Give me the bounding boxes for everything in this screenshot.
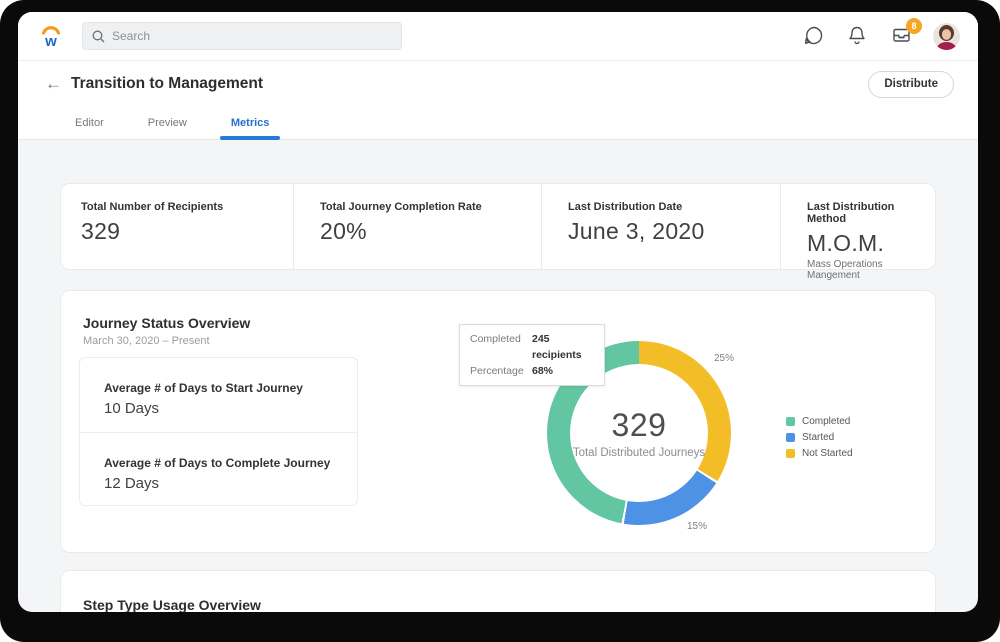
tooltip-row: Percentage 68%: [470, 365, 554, 377]
chart-tooltip: Completed 245 recipients Percentage 68%: [459, 324, 605, 386]
app-window: w 8: [18, 12, 978, 612]
metric-completion-rate: Total Journey Completion Rate 20%: [293, 184, 541, 269]
metric-caption: Mass Operations Mangement: [807, 259, 883, 281]
content-area: Total Number of Recipients 329 Total Jou…: [18, 183, 978, 612]
legend-swatch-not-started: [786, 449, 795, 458]
donut-pct-started: 15%: [687, 521, 708, 532]
summary-metrics-card: Total Number of Recipients 329 Total Jou…: [60, 183, 936, 281]
legend-item-started: Started: [786, 432, 853, 443]
device-frame: w 8: [0, 0, 1000, 642]
avg-days-complete-row: Average # of Days to Complete Journey 12…: [80, 432, 357, 506]
notifications-bell-icon[interactable]: [847, 25, 869, 47]
step-type-usage-title: Step Type Usage Overview: [83, 597, 261, 612]
metric-value: June 3, 2020: [568, 218, 705, 244]
tab-bar: Editor Preview Metrics: [18, 107, 978, 140]
legend-item-completed: Completed: [786, 416, 853, 427]
search-input[interactable]: [112, 29, 392, 43]
metric-last-distribution-method: Last Distribution Method M.O.M. Mass Ope…: [780, 184, 935, 281]
search-bar[interactable]: [82, 22, 402, 50]
active-tab-underline: [220, 136, 281, 140]
donut-pct-not-started: 25%: [714, 353, 735, 364]
metric-value: 329: [81, 218, 121, 244]
metric-total-recipients: Total Number of Recipients 329: [61, 184, 293, 269]
page-header: ← Transition to Management Distribute: [18, 60, 978, 107]
page-title: Transition to Management: [71, 75, 264, 92]
legend-item-not-started: Not Started: [786, 448, 853, 459]
legend-swatch-completed: [786, 417, 795, 426]
average-days-panel: Average # of Days to Start Journey 10 Da…: [79, 357, 358, 506]
back-arrow-icon[interactable]: ←: [45, 74, 65, 94]
tab-editor[interactable]: Editor: [75, 107, 104, 139]
donut-center-value: 329: [611, 407, 667, 443]
user-avatar[interactable]: [933, 22, 960, 50]
tab-metrics[interactable]: Metrics: [220, 107, 281, 140]
metric-label: Last Distribution Method: [807, 201, 895, 225]
workday-logo-icon[interactable]: w: [38, 22, 64, 50]
inbox-badge: 8: [906, 18, 922, 34]
svg-text:w: w: [44, 33, 57, 50]
metric-label: Total Journey Completion Rate: [320, 201, 482, 213]
tab-preview[interactable]: Preview: [148, 107, 187, 139]
metric-label: Last Distribution Date: [568, 201, 683, 213]
chat-icon[interactable]: [803, 25, 825, 47]
search-icon: [92, 30, 105, 43]
chart-legend: Completed Started Not Started: [786, 416, 853, 464]
journey-status-card: Journey Status Overview March 30, 2020 –…: [60, 290, 936, 553]
donut-center-label: Total Distributed Journeys: [572, 447, 706, 459]
inbox-icon[interactable]: 8: [891, 18, 922, 47]
metric-value: M.O.M.: [807, 230, 885, 256]
legend-swatch-started: [786, 433, 795, 442]
metric-value: 20%: [320, 218, 367, 244]
step-type-usage-card: Step Type Usage Overview: [60, 570, 936, 612]
metric-last-distribution-date: Last Distribution Date June 3, 2020: [541, 184, 780, 269]
journey-status-daterange: March 30, 2020 – Present: [83, 335, 210, 347]
avg-days-start-row: Average # of Days to Start Journey 10 Da…: [104, 381, 303, 417]
tooltip-row: Completed 245 recipients: [470, 333, 582, 361]
distribute-button[interactable]: Distribute: [868, 70, 954, 98]
metric-label: Total Number of Recipients: [81, 201, 224, 213]
top-bar: w 8: [18, 12, 978, 60]
journey-status-title: Journey Status Overview: [83, 315, 251, 331]
